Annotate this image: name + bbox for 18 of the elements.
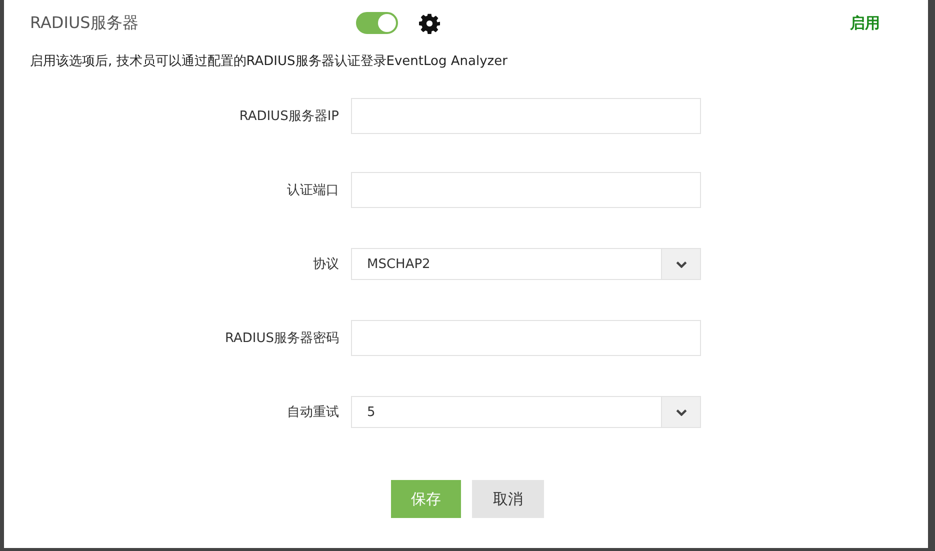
cancel-button[interactable]: 取消 <box>472 480 544 518</box>
field-label: 协议 <box>312 256 340 273</box>
input-field[interactable] <box>351 98 701 134</box>
dialog-title: RADIUS服务器 <box>30 12 140 34</box>
chevron-down-icon <box>676 408 686 416</box>
dropdown[interactable]: MSCHAP2 <box>351 248 701 280</box>
description-text: 启用该选项后, 技术员可以通过配置的RADIUS服务器认证登录EventLog Analyzer <box>30 53 508 70</box>
field-label: RADIUS服务器IP <box>238 108 340 125</box>
input-field[interactable] <box>351 172 701 208</box>
settings-icon[interactable] <box>419 12 440 34</box>
field-label: RADIUS服务器密码 <box>224 330 340 347</box>
dropdown[interactable]: 5 <box>351 396 701 428</box>
status-text: 启用 <box>850 14 880 32</box>
field-label: 认证端口 <box>286 182 340 199</box>
chevron-down-icon <box>676 260 686 268</box>
field-label: 自动重试 <box>286 404 340 421</box>
toggle-switch[interactable] <box>356 12 398 34</box>
input-field[interactable] <box>351 320 701 356</box>
